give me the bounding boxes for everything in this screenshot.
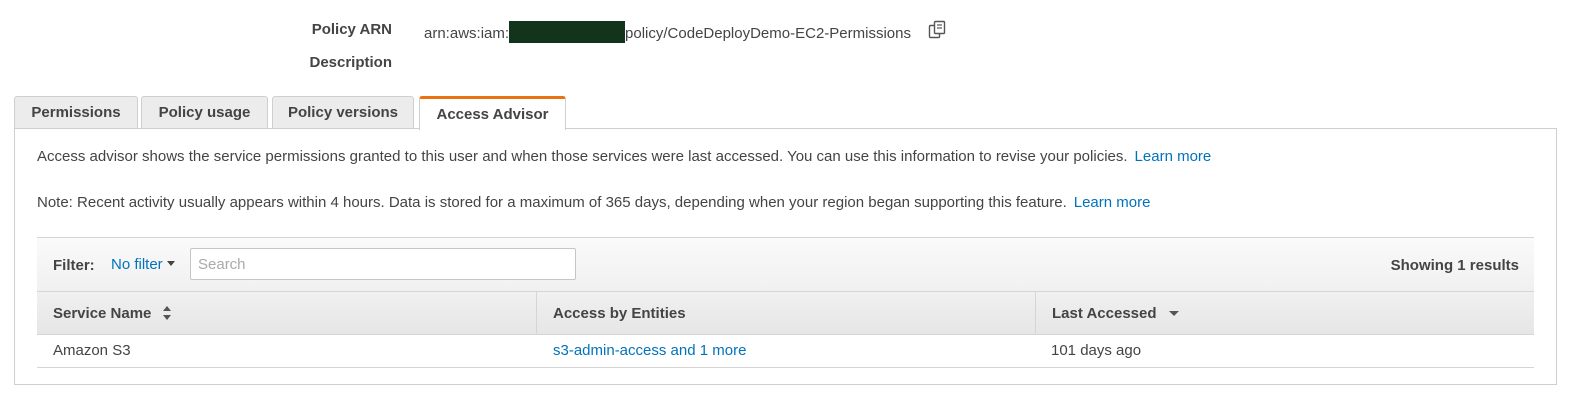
column-label: Access by Entities	[553, 304, 686, 322]
note-text: Note: Recent activity usually appears wi…	[37, 194, 1150, 211]
column-access-by-entities[interactable]: Access by Entities	[536, 292, 1035, 334]
filter-dropdown[interactable]: No filter	[111, 256, 175, 273]
note-learn-more-link[interactable]: Learn more	[1074, 194, 1151, 211]
copy-icon[interactable]	[927, 20, 947, 40]
sort-descending-icon	[1168, 310, 1179, 316]
filter-selected-value: No filter	[111, 256, 163, 273]
table-row: Amazon S3 s3-admin-access and 1 more 101…	[37, 334, 1534, 368]
arn-prefix: arn:aws:iam:	[424, 25, 510, 42]
sort-icon	[163, 306, 172, 320]
intro-sentence: Access advisor shows the service permiss…	[37, 148, 1128, 165]
arn-suffix: policy/CodeDeployDemo-EC2-Permissions	[625, 25, 911, 42]
description-label: Description	[309, 54, 392, 71]
policy-arn-label: Policy ARN	[311, 21, 392, 38]
cell-last-accessed: 101 days ago	[1051, 342, 1142, 359]
filter-label: Filter:	[53, 257, 95, 274]
column-service-name[interactable]: Service Name	[37, 292, 536, 334]
access-advisor-panel: Access advisor shows the service permiss…	[14, 128, 1557, 385]
policy-arn-value: arn:aws:iam: policy/CodeDeployDemo-EC2-Pe…	[424, 21, 911, 43]
tab-access-advisor[interactable]: Access Advisor	[419, 96, 566, 130]
intro-text: Access advisor shows the service permiss…	[37, 148, 1211, 165]
filter-bar: Filter: No filter Showing 1 results	[37, 237, 1534, 292]
tab-policy-versions[interactable]: Policy versions	[272, 96, 414, 128]
results-count: Showing 1 results	[1390, 257, 1519, 274]
chevron-down-icon	[166, 261, 175, 266]
tab-policy-usage[interactable]: Policy usage	[141, 96, 268, 128]
tab-permissions[interactable]: Permissions	[14, 96, 138, 128]
intro-learn-more-link[interactable]: Learn more	[1135, 148, 1212, 165]
cell-access-by-entities[interactable]: s3-admin-access and 1 more	[537, 334, 746, 367]
note-sentence: Note: Recent activity usually appears wi…	[37, 194, 1067, 211]
cell-service-name: Amazon S3	[53, 342, 131, 359]
table-header: Service Name Access by Entities Last Acc…	[37, 291, 1534, 335]
column-label: Service Name	[53, 304, 152, 322]
column-label: Last Accessed	[1052, 304, 1157, 322]
redacted-account-id	[509, 21, 626, 43]
search-input[interactable]	[190, 248, 576, 280]
column-last-accessed[interactable]: Last Accessed	[1035, 292, 1534, 334]
